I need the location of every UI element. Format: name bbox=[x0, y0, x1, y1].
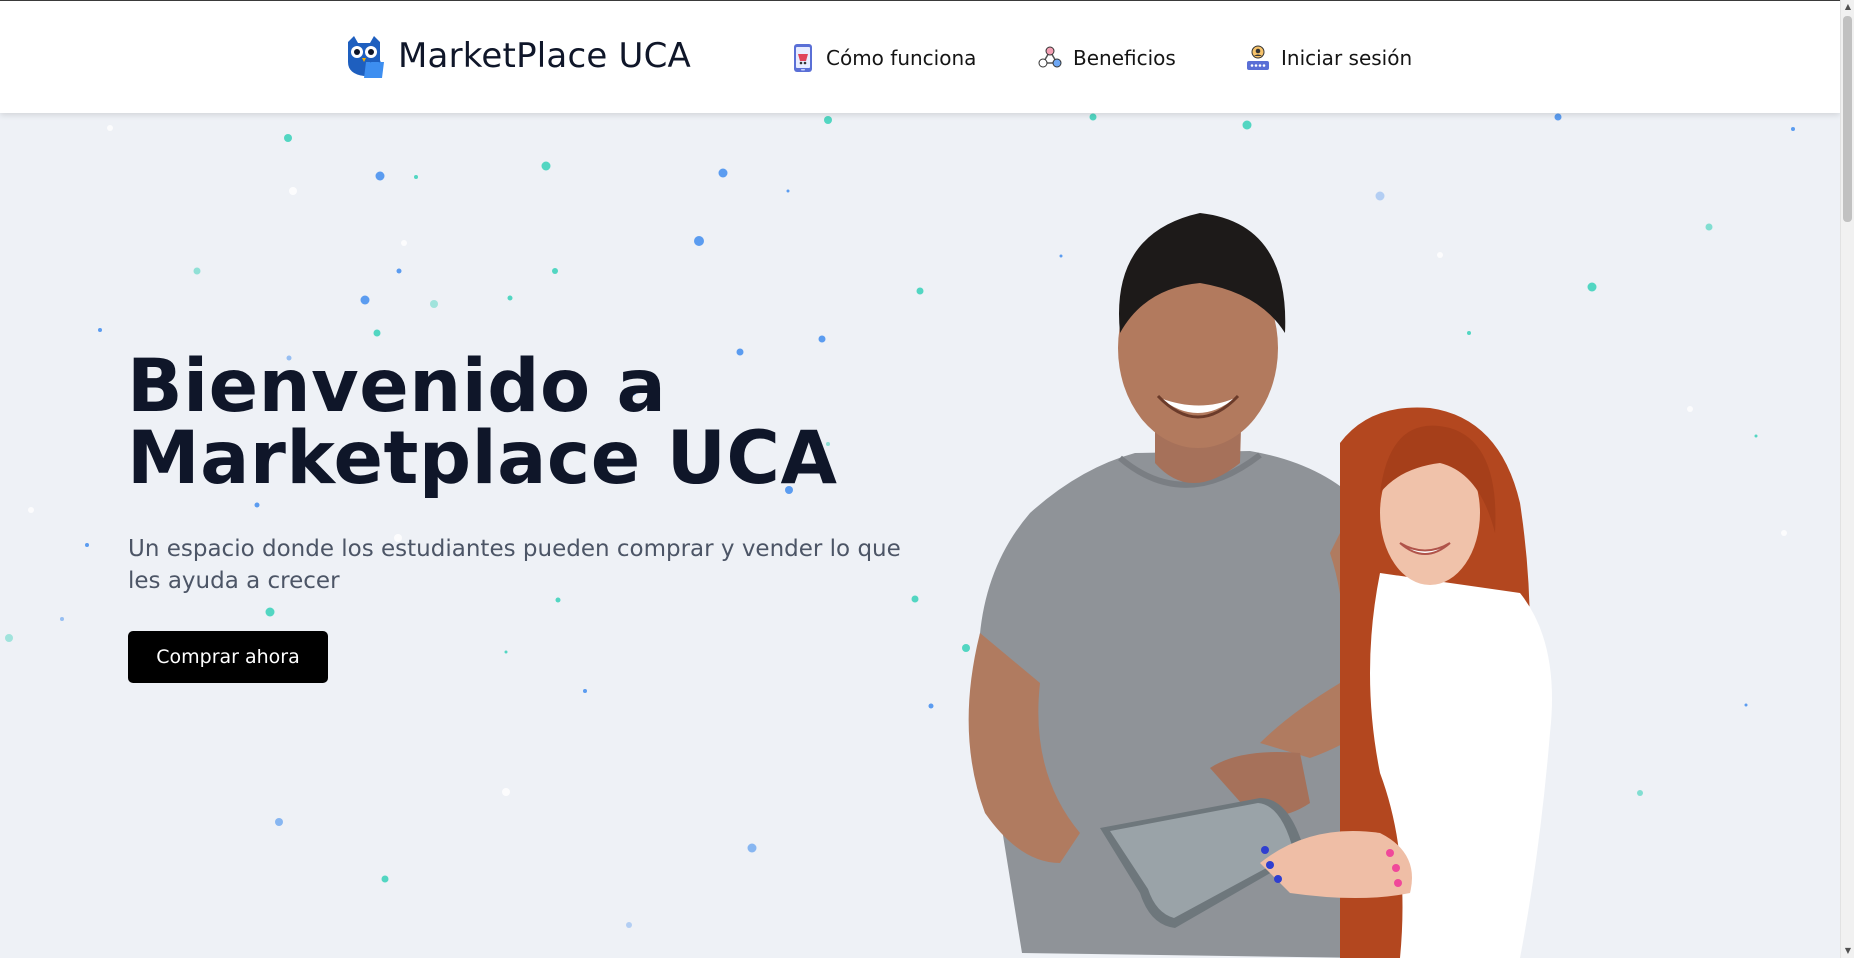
network-nodes-icon bbox=[1038, 46, 1062, 68]
nav-iniciar-sesion[interactable]: Iniciar sesión bbox=[1245, 41, 1412, 75]
scroll-up-icon[interactable]: ▲ bbox=[1843, 2, 1853, 12]
scroll-down-icon[interactable]: ▼ bbox=[1843, 946, 1853, 956]
students-photo bbox=[968, 213, 1552, 958]
hero-subtitle: Un espacio donde los estudiantes pueden … bbox=[128, 536, 901, 594]
comprar-ahora-button[interactable]: Comprar ahora bbox=[128, 631, 328, 683]
scroll-thumb[interactable] bbox=[1843, 16, 1852, 222]
owl-logo-icon bbox=[348, 36, 384, 78]
nav-beneficios[interactable]: Beneficios bbox=[1037, 41, 1176, 75]
hero-title: Bienvenido a Marketplace UCA bbox=[127, 344, 887, 501]
hero-title-line-2: Marketplace UCA bbox=[127, 416, 838, 501]
brand-name: MarketPlace UCA bbox=[398, 36, 691, 76]
hero-section: Bienvenido a Marketplace UCA Un espacio … bbox=[0, 113, 1840, 958]
nav-label: Beneficios bbox=[1073, 46, 1176, 70]
user-password-icon bbox=[1247, 45, 1269, 70]
nav-como-funciona[interactable]: Cómo funciona bbox=[790, 41, 976, 75]
nav-label: Cómo funciona bbox=[826, 46, 977, 70]
brand-link[interactable]: MarketPlace UCA bbox=[342, 31, 691, 81]
site-header: MarketPlace UCA Cómo funciona Beneficios bbox=[0, 0, 1840, 113]
page-scrollbar[interactable]: ▲ ▼ bbox=[1840, 0, 1854, 958]
nav-label: Iniciar sesión bbox=[1281, 46, 1413, 70]
hero-title-line-1: Bienvenido a bbox=[127, 344, 667, 429]
tablet-cart-icon bbox=[794, 44, 812, 72]
